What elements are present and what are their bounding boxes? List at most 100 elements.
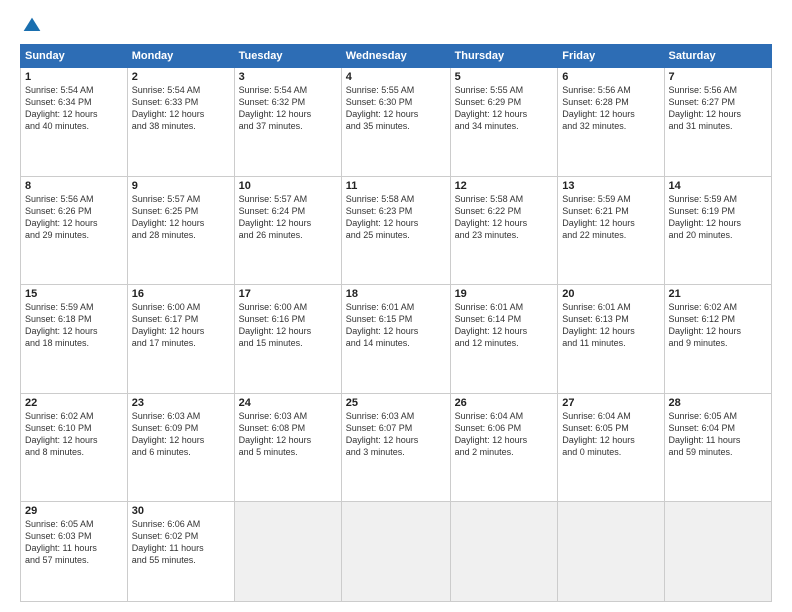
day-cell: 17Sunrise: 6:00 AMSunset: 6:16 PMDayligh… bbox=[234, 285, 341, 394]
day-number: 23 bbox=[132, 397, 230, 409]
day-number: 4 bbox=[346, 71, 446, 83]
day-info: Sunrise: 6:03 AMSunset: 6:08 PMDaylight:… bbox=[239, 410, 337, 459]
day-info: Sunrise: 6:05 AMSunset: 6:04 PMDaylight:… bbox=[669, 410, 767, 459]
day-cell: 8Sunrise: 5:56 AMSunset: 6:26 PMDaylight… bbox=[21, 176, 128, 285]
day-info: Sunrise: 6:00 AMSunset: 6:16 PMDaylight:… bbox=[239, 301, 337, 350]
day-number: 11 bbox=[346, 180, 446, 192]
day-info: Sunrise: 6:01 AMSunset: 6:13 PMDaylight:… bbox=[562, 301, 659, 350]
day-cell: 7Sunrise: 5:56 AMSunset: 6:27 PMDaylight… bbox=[664, 68, 771, 177]
day-number: 17 bbox=[239, 288, 337, 300]
col-header-sunday: Sunday bbox=[21, 45, 128, 68]
day-info: Sunrise: 6:01 AMSunset: 6:15 PMDaylight:… bbox=[346, 301, 446, 350]
day-cell: 25Sunrise: 6:03 AMSunset: 6:07 PMDayligh… bbox=[341, 393, 450, 502]
week-row-2: 8Sunrise: 5:56 AMSunset: 6:26 PMDaylight… bbox=[21, 176, 772, 285]
day-cell bbox=[234, 502, 341, 602]
day-number: 14 bbox=[669, 180, 767, 192]
day-info: Sunrise: 6:02 AMSunset: 6:12 PMDaylight:… bbox=[669, 301, 767, 350]
day-cell: 1Sunrise: 5:54 AMSunset: 6:34 PMDaylight… bbox=[21, 68, 128, 177]
day-cell: 16Sunrise: 6:00 AMSunset: 6:17 PMDayligh… bbox=[127, 285, 234, 394]
day-info: Sunrise: 5:58 AMSunset: 6:22 PMDaylight:… bbox=[455, 193, 554, 242]
day-cell: 6Sunrise: 5:56 AMSunset: 6:28 PMDaylight… bbox=[558, 68, 664, 177]
col-header-saturday: Saturday bbox=[664, 45, 771, 68]
day-number: 16 bbox=[132, 288, 230, 300]
day-cell: 22Sunrise: 6:02 AMSunset: 6:10 PMDayligh… bbox=[21, 393, 128, 502]
day-info: Sunrise: 5:54 AMSunset: 6:33 PMDaylight:… bbox=[132, 84, 230, 133]
day-cell: 29Sunrise: 6:05 AMSunset: 6:03 PMDayligh… bbox=[21, 502, 128, 602]
col-header-friday: Friday bbox=[558, 45, 664, 68]
logo bbox=[20, 16, 42, 36]
day-number: 3 bbox=[239, 71, 337, 83]
day-number: 30 bbox=[132, 505, 230, 517]
day-info: Sunrise: 5:59 AMSunset: 6:18 PMDaylight:… bbox=[25, 301, 123, 350]
day-info: Sunrise: 5:54 AMSunset: 6:32 PMDaylight:… bbox=[239, 84, 337, 133]
day-cell: 3Sunrise: 5:54 AMSunset: 6:32 PMDaylight… bbox=[234, 68, 341, 177]
day-info: Sunrise: 5:56 AMSunset: 6:26 PMDaylight:… bbox=[25, 193, 123, 242]
logo-icon bbox=[22, 16, 42, 36]
day-cell: 18Sunrise: 6:01 AMSunset: 6:15 PMDayligh… bbox=[341, 285, 450, 394]
day-cell: 2Sunrise: 5:54 AMSunset: 6:33 PMDaylight… bbox=[127, 68, 234, 177]
header bbox=[20, 16, 772, 36]
day-number: 21 bbox=[669, 288, 767, 300]
day-number: 9 bbox=[132, 180, 230, 192]
day-info: Sunrise: 5:59 AMSunset: 6:21 PMDaylight:… bbox=[562, 193, 659, 242]
day-info: Sunrise: 5:59 AMSunset: 6:19 PMDaylight:… bbox=[669, 193, 767, 242]
day-number: 10 bbox=[239, 180, 337, 192]
day-info: Sunrise: 6:02 AMSunset: 6:10 PMDaylight:… bbox=[25, 410, 123, 459]
day-info: Sunrise: 6:06 AMSunset: 6:02 PMDaylight:… bbox=[132, 518, 230, 567]
day-info: Sunrise: 5:58 AMSunset: 6:23 PMDaylight:… bbox=[346, 193, 446, 242]
day-info: Sunrise: 5:55 AMSunset: 6:29 PMDaylight:… bbox=[455, 84, 554, 133]
day-number: 22 bbox=[25, 397, 123, 409]
col-header-tuesday: Tuesday bbox=[234, 45, 341, 68]
day-cell: 23Sunrise: 6:03 AMSunset: 6:09 PMDayligh… bbox=[127, 393, 234, 502]
day-cell: 10Sunrise: 5:57 AMSunset: 6:24 PMDayligh… bbox=[234, 176, 341, 285]
day-number: 24 bbox=[239, 397, 337, 409]
day-number: 6 bbox=[562, 71, 659, 83]
day-cell bbox=[341, 502, 450, 602]
day-number: 27 bbox=[562, 397, 659, 409]
day-cell: 15Sunrise: 5:59 AMSunset: 6:18 PMDayligh… bbox=[21, 285, 128, 394]
day-cell: 12Sunrise: 5:58 AMSunset: 6:22 PMDayligh… bbox=[450, 176, 558, 285]
day-info: Sunrise: 6:03 AMSunset: 6:09 PMDaylight:… bbox=[132, 410, 230, 459]
col-header-thursday: Thursday bbox=[450, 45, 558, 68]
col-header-monday: Monday bbox=[127, 45, 234, 68]
day-number: 13 bbox=[562, 180, 659, 192]
day-info: Sunrise: 6:03 AMSunset: 6:07 PMDaylight:… bbox=[346, 410, 446, 459]
day-info: Sunrise: 6:04 AMSunset: 6:06 PMDaylight:… bbox=[455, 410, 554, 459]
day-info: Sunrise: 6:01 AMSunset: 6:14 PMDaylight:… bbox=[455, 301, 554, 350]
day-info: Sunrise: 6:04 AMSunset: 6:05 PMDaylight:… bbox=[562, 410, 659, 459]
day-number: 18 bbox=[346, 288, 446, 300]
col-header-wednesday: Wednesday bbox=[341, 45, 450, 68]
week-row-1: 1Sunrise: 5:54 AMSunset: 6:34 PMDaylight… bbox=[21, 68, 772, 177]
day-info: Sunrise: 6:00 AMSunset: 6:17 PMDaylight:… bbox=[132, 301, 230, 350]
day-number: 19 bbox=[455, 288, 554, 300]
day-info: Sunrise: 5:57 AMSunset: 6:25 PMDaylight:… bbox=[132, 193, 230, 242]
day-number: 8 bbox=[25, 180, 123, 192]
day-info: Sunrise: 5:57 AMSunset: 6:24 PMDaylight:… bbox=[239, 193, 337, 242]
day-cell: 9Sunrise: 5:57 AMSunset: 6:25 PMDaylight… bbox=[127, 176, 234, 285]
day-number: 7 bbox=[669, 71, 767, 83]
day-number: 20 bbox=[562, 288, 659, 300]
week-row-4: 22Sunrise: 6:02 AMSunset: 6:10 PMDayligh… bbox=[21, 393, 772, 502]
day-number: 29 bbox=[25, 505, 123, 517]
day-number: 26 bbox=[455, 397, 554, 409]
week-row-5: 29Sunrise: 6:05 AMSunset: 6:03 PMDayligh… bbox=[21, 502, 772, 602]
day-info: Sunrise: 5:56 AMSunset: 6:28 PMDaylight:… bbox=[562, 84, 659, 133]
week-row-3: 15Sunrise: 5:59 AMSunset: 6:18 PMDayligh… bbox=[21, 285, 772, 394]
day-cell: 21Sunrise: 6:02 AMSunset: 6:12 PMDayligh… bbox=[664, 285, 771, 394]
day-cell: 28Sunrise: 6:05 AMSunset: 6:04 PMDayligh… bbox=[664, 393, 771, 502]
day-info: Sunrise: 5:54 AMSunset: 6:34 PMDaylight:… bbox=[25, 84, 123, 133]
day-cell: 5Sunrise: 5:55 AMSunset: 6:29 PMDaylight… bbox=[450, 68, 558, 177]
day-number: 5 bbox=[455, 71, 554, 83]
header-row: SundayMondayTuesdayWednesdayThursdayFrid… bbox=[21, 45, 772, 68]
day-cell: 14Sunrise: 5:59 AMSunset: 6:19 PMDayligh… bbox=[664, 176, 771, 285]
day-cell: 27Sunrise: 6:04 AMSunset: 6:05 PMDayligh… bbox=[558, 393, 664, 502]
day-info: Sunrise: 5:55 AMSunset: 6:30 PMDaylight:… bbox=[346, 84, 446, 133]
page: SundayMondayTuesdayWednesdayThursdayFrid… bbox=[0, 0, 792, 612]
day-cell: 13Sunrise: 5:59 AMSunset: 6:21 PMDayligh… bbox=[558, 176, 664, 285]
day-cell: 30Sunrise: 6:06 AMSunset: 6:02 PMDayligh… bbox=[127, 502, 234, 602]
day-number: 28 bbox=[669, 397, 767, 409]
day-number: 15 bbox=[25, 288, 123, 300]
calendar-table: SundayMondayTuesdayWednesdayThursdayFrid… bbox=[20, 44, 772, 602]
day-cell bbox=[450, 502, 558, 602]
day-cell bbox=[664, 502, 771, 602]
